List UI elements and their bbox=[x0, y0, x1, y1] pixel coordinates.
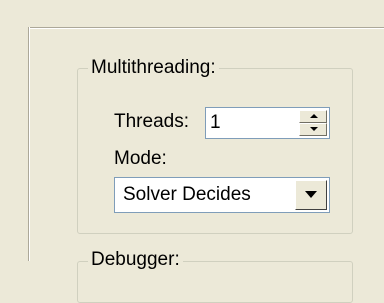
mode-combobox[interactable]: Solver Decides bbox=[114, 177, 330, 213]
debugger-legend: Debugger: bbox=[88, 249, 183, 271]
multithreading-legend: Multithreading: bbox=[88, 57, 219, 79]
panel-left-border bbox=[28, 27, 30, 261]
threads-spin-buttons bbox=[299, 110, 327, 136]
mode-dropdown-button[interactable] bbox=[295, 180, 327, 210]
panel-top-border bbox=[28, 27, 384, 29]
threads-value[interactable]: 1 bbox=[210, 112, 221, 134]
threads-decrement-button[interactable] bbox=[299, 123, 327, 136]
threads-spinbox[interactable]: 1 bbox=[205, 107, 330, 139]
spin-down-icon bbox=[310, 127, 318, 131]
mode-selected-value: Solver Decides bbox=[123, 184, 251, 205]
dropdown-arrow-icon bbox=[305, 191, 317, 198]
mode-label: Mode: bbox=[114, 148, 167, 169]
spin-up-icon bbox=[310, 114, 318, 118]
threads-increment-button[interactable] bbox=[299, 110, 327, 123]
threads-label: Threads: bbox=[114, 111, 189, 132]
